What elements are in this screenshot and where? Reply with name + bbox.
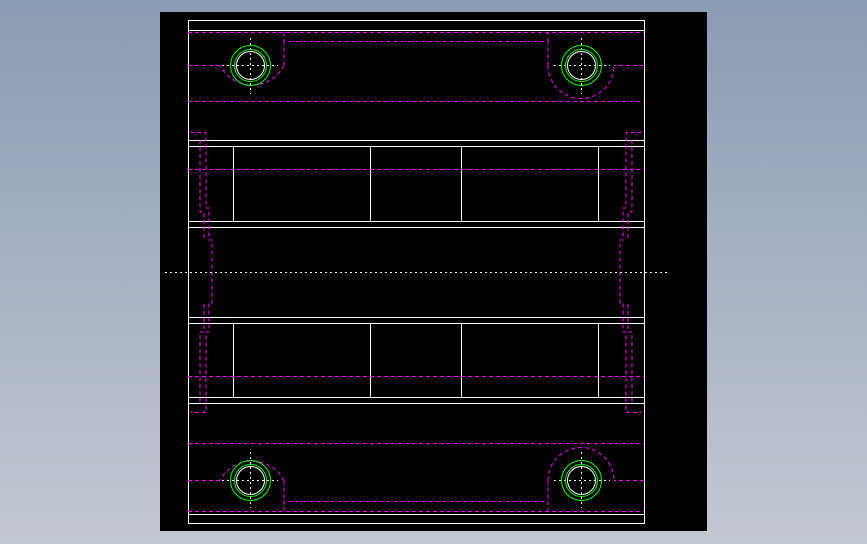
top-left-counterbore: [188, 41, 285, 86]
bl-hole-bore: [236, 466, 265, 495]
technical-drawing: [165, 20, 668, 524]
bolt-hole-bottom-left-inner: [234, 464, 267, 497]
hidden-line-layer: [188, 32, 644, 512]
tl-hole-bore: [236, 51, 265, 80]
tr-hole-bore: [567, 51, 596, 80]
top-pocket-outline: [188, 32, 644, 102]
centerline-layer: [165, 38, 668, 508]
br-hole-bore: [567, 466, 596, 495]
bottom-pocket-outline: [188, 443, 644, 512]
cad-viewport[interactable]: [160, 12, 707, 531]
